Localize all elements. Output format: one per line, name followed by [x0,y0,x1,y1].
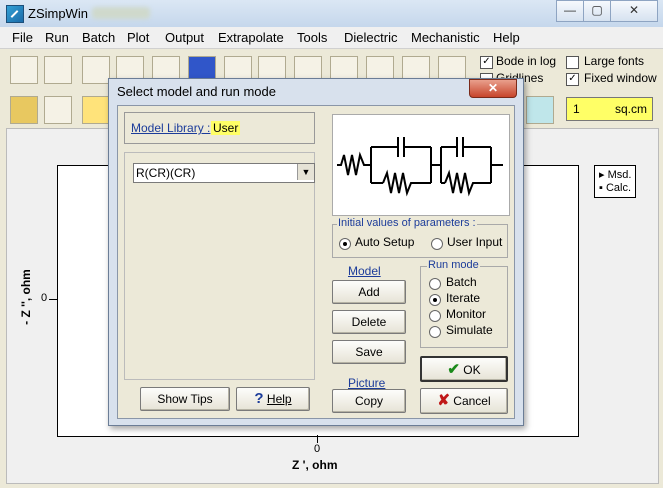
fixed-window-checkbox[interactable]: ✓ [566,73,579,86]
x-axis-tick [317,435,318,443]
model-combobox[interactable]: R(CR)(CR) ▼ [133,163,315,183]
select-model-dialog: Select model and run mode ✕ Model Librar… [108,78,524,426]
circuit-picture [332,114,510,216]
open-folder-icon[interactable] [10,96,38,124]
y-axis-tick-label: 0 [41,292,48,304]
menu-plot[interactable]: Plot [127,30,149,45]
auto-setup-label: Auto Setup [355,235,415,249]
bode-in-log-label: Bode in log [496,54,557,68]
minimize-button[interactable]: — [556,0,584,22]
cancel-label: Cancel [453,394,491,408]
x-axis-label: Z ', ohm [292,458,338,472]
cancel-x-icon: ✘ [437,392,450,409]
waveform-icon[interactable] [82,96,110,124]
picture-link[interactable]: Picture [348,376,385,390]
large-fonts-label: Large fonts [584,54,645,68]
help-button[interactable]: ? Help [236,387,310,411]
show-tips-button[interactable]: Show Tips [140,387,230,411]
menu-extrapolate[interactable]: Extrapolate [218,30,284,45]
monitor-label: Monitor [446,307,487,321]
dialog-title-bar: Select model and run mode ✕ [109,79,523,103]
simulate-radio[interactable] [429,326,441,338]
large-fonts-checkbox[interactable] [566,56,579,69]
menu-bar: File Run Batch Plot Output Extrapolate T… [0,27,663,49]
window-title: ZSimpWin [28,6,88,21]
dialog-body: Model Library : User R(CR)(CR) ▼ Initial… [117,105,515,419]
menu-batch[interactable]: Batch [82,30,115,45]
menu-mechanistic[interactable]: Mechanistic [411,30,480,45]
legend-calc: ▪ Calc. [599,182,632,194]
batch-radio[interactable] [429,278,441,290]
initial-values-label: Initial values of parameters : [337,217,477,229]
save-button[interactable]: Save [332,340,406,364]
batch-label: Batch [446,275,477,289]
bode-in-log-checkbox[interactable]: ✓ [480,56,493,69]
x-axis-tick-label: 0 [314,443,321,455]
iterate-radio[interactable] [429,294,441,306]
user-input-label: User Input [447,235,503,249]
dialog-close-button[interactable]: ✕ [469,79,517,98]
simulate-label: Simulate [446,323,493,337]
monitor-radio[interactable] [429,310,441,322]
help-label: Help [266,392,292,406]
open-batch-icon[interactable] [44,56,72,84]
menu-file[interactable]: File [12,30,33,45]
ok-button[interactable]: ✔ OK [420,356,508,382]
legend-msd: ▸ Msd. [599,169,632,181]
fixed-window-label: Fixed window [584,71,657,85]
run-mode-label: Run mode [427,259,480,271]
model-panel: R(CR)(CR) ▼ [124,152,315,380]
open-data-icon[interactable] [10,56,38,84]
circuit-diagram-icon [337,137,503,197]
y-axis-label: - Z '', ohm [18,269,33,325]
user-input-radio[interactable] [431,238,443,250]
y-axis-tick [49,299,57,300]
delete-button[interactable]: Delete [332,310,406,334]
menu-tools[interactable]: Tools [297,30,327,45]
blurred-title-text [92,7,150,19]
auto-setup-radio[interactable] [339,238,351,250]
zsimpwin-app-icon [6,5,24,23]
maximize-button[interactable]: ▢ [583,0,611,22]
menu-run[interactable]: Run [45,30,69,45]
fit-molecule-icon[interactable] [82,56,110,84]
model-section-link[interactable]: Model [348,264,381,278]
ok-check-icon: ✔ [447,361,460,378]
plot-legend: ▸ Msd. ▪ Calc. [594,165,636,198]
title-bar: ZSimpWin — ▢ ✕ [0,0,663,28]
chevron-down-icon[interactable]: ▼ [297,164,314,180]
ok-label: OK [463,363,481,377]
model-library-box: Model Library : User [124,112,315,144]
iterate-label: Iterate [446,291,481,305]
exit-icon[interactable] [526,96,554,124]
run-mode-group: Run mode Batch Iterate Monitor Simulate [420,259,508,348]
model-combobox-value: R(CR)(CR) [136,166,196,180]
initial-values-group: Initial values of parameters : Auto Setu… [332,217,508,258]
window-close-button[interactable]: ✕ [610,0,658,22]
menu-dielectric[interactable]: Dielectric [344,30,397,45]
area-field[interactable]: 1 sq.cm [566,97,653,121]
model-library-value: User [211,121,241,135]
area-unit: sq.cm [615,102,648,116]
copy-button[interactable]: Copy [332,389,406,413]
dialog-title: Select model and run mode [117,84,276,99]
menu-output[interactable]: Output [165,30,204,45]
help-question-icon: ? [254,390,264,407]
model-library-link[interactable]: Model Library : [131,121,210,135]
area-value: 1 [573,102,580,116]
cancel-button[interactable]: ✘ Cancel [420,388,508,414]
clipboard-icon[interactable] [44,96,72,124]
add-button[interactable]: Add [332,280,406,304]
menu-help[interactable]: Help [493,30,520,45]
